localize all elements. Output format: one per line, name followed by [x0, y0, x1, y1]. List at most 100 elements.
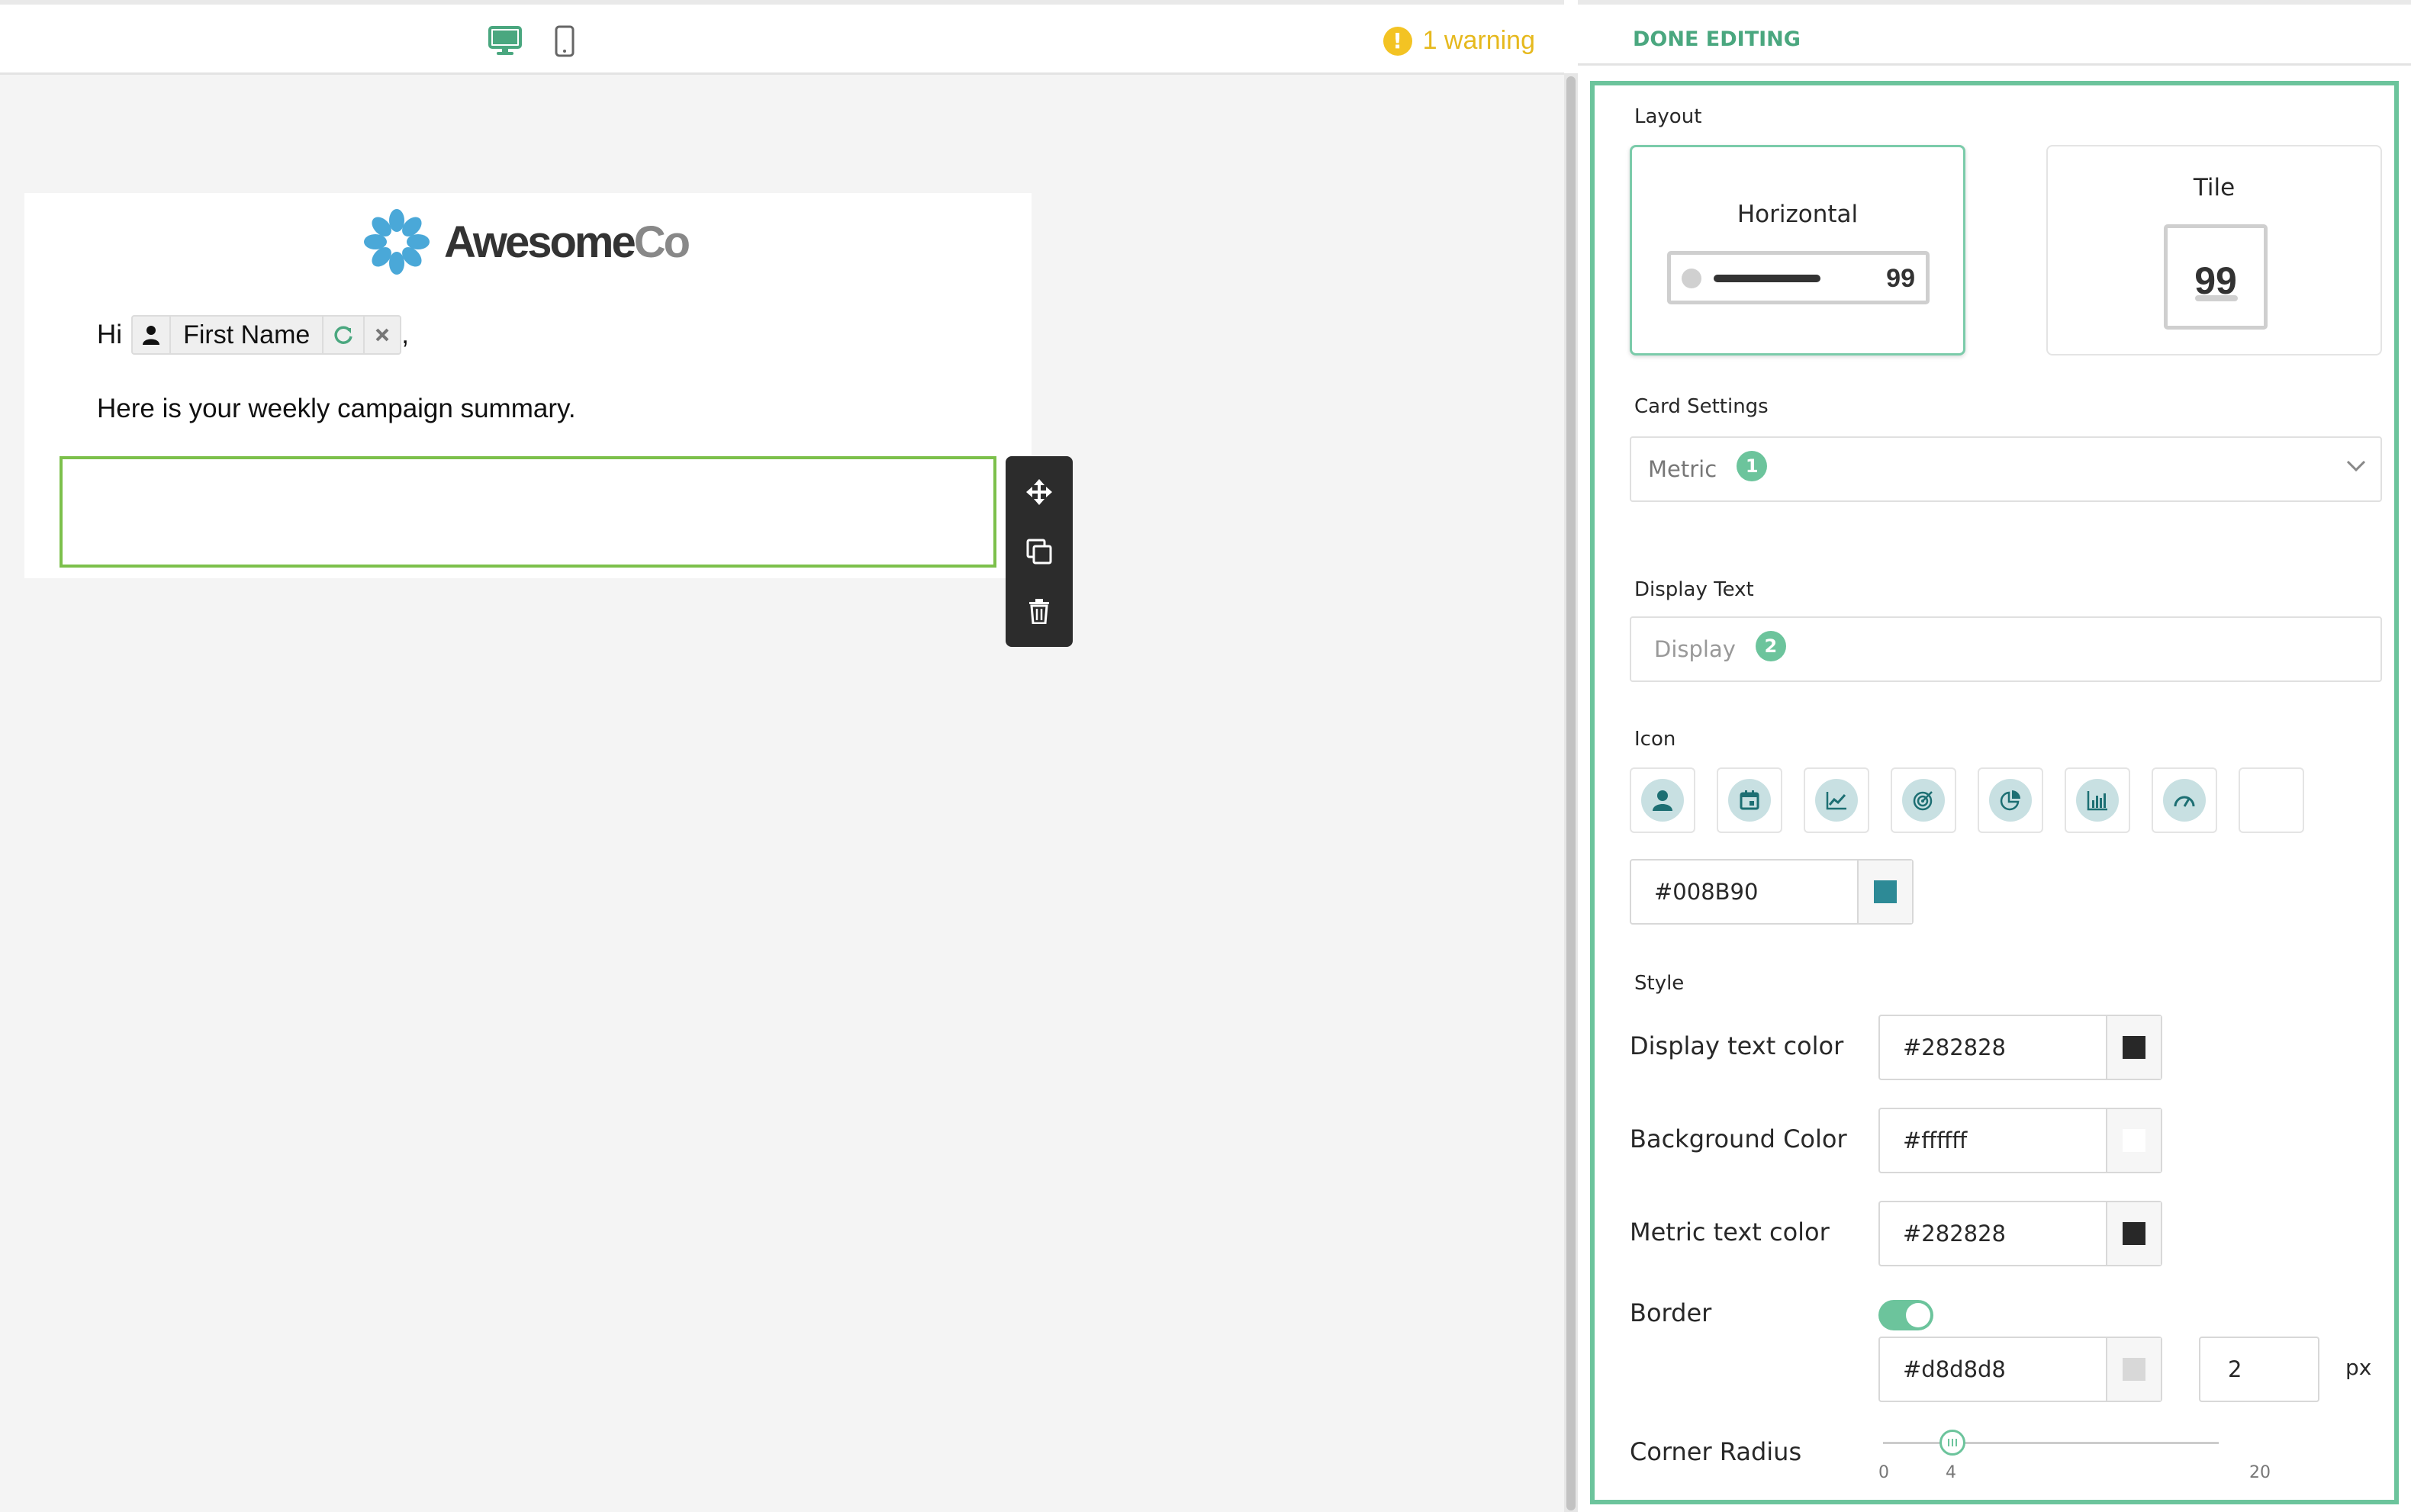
border-color-swatch-button[interactable]: [2106, 1338, 2161, 1401]
icon-color-swatch-button[interactable]: [1857, 861, 1912, 923]
icon-color-input[interactable]: #008B90: [1630, 859, 1914, 925]
target-icon: [1913, 791, 1933, 811]
awesomeco-logo: AwesomeCo: [359, 204, 690, 280]
step-badge: 2: [1755, 631, 1786, 661]
duplicate-icon: [1026, 539, 1052, 565]
person-icon: [133, 317, 172, 353]
color-swatch: [2123, 1129, 2145, 1152]
flower-logo-icon: [364, 209, 430, 275]
display-text-placeholder: Display: [1654, 636, 1736, 662]
display-text-heading: Display Text: [1634, 578, 1754, 601]
duplicate-block-button[interactable]: [1016, 529, 1062, 574]
icon-option-line-chart[interactable]: [1804, 767, 1869, 833]
warning-text: 1 warning: [1422, 26, 1535, 55]
logo-wordmark: AwesomeCo: [444, 217, 690, 267]
gauge-icon: [2174, 796, 2195, 807]
mobile-view-button[interactable]: [548, 21, 581, 61]
desktop-icon: [488, 26, 522, 55]
display-text-input[interactable]: Display 2: [1630, 616, 2382, 682]
remove-tag-icon[interactable]: [365, 317, 400, 353]
settings-header: DONE EDITING: [1578, 0, 2411, 66]
layout-option-label: Horizontal: [1737, 201, 1859, 228]
settings-sidebar: DONE EDITING Layout Horizontal 99 Tile 9…: [1578, 0, 2411, 1512]
metric-settings-panel: Layout Horizontal 99 Tile 99 Card Settin…: [1590, 81, 2399, 1504]
metric-text-color-swatch-button[interactable]: [2106, 1202, 2161, 1265]
pie-chart-icon: [2000, 790, 2020, 811]
layout-option-tile[interactable]: Tile 99: [2046, 145, 2382, 355]
display-text-color-label: Display text color: [1630, 1031, 1844, 1060]
done-editing-button[interactable]: DONE EDITING: [1633, 27, 1801, 51]
metric-text-color-input[interactable]: #282828: [1878, 1201, 2162, 1266]
icon-heading: Icon: [1634, 728, 1676, 751]
layout-heading: Layout: [1634, 105, 1702, 128]
step-badge: 1: [1737, 451, 1768, 481]
block-actions-toolbar: [1006, 456, 1073, 647]
background-color-swatch-button[interactable]: [2106, 1109, 2161, 1172]
display-text-color-input[interactable]: #282828: [1878, 1015, 2162, 1080]
warning-icon: !: [1383, 26, 1412, 56]
refresh-icon[interactable]: [324, 317, 365, 353]
tile-layout-preview: 99: [2164, 224, 2268, 330]
card-settings-heading: Card Settings: [1634, 395, 1769, 418]
greeting-prefix: Hi: [97, 320, 123, 349]
email-preview-area: ! 1 warning AwesomeCo Hi First Name , He…: [0, 0, 1564, 1512]
person-icon: [1653, 790, 1672, 811]
calendar-icon: [1740, 790, 1759, 810]
preview-toolbar: ! 1 warning: [0, 0, 1564, 75]
greeting-suffix: ,: [401, 320, 410, 349]
layout-option-label: Tile: [2193, 174, 2236, 201]
preview-scrollbar[interactable]: [1564, 73, 1578, 1512]
color-swatch: [1874, 880, 1897, 903]
delete-block-button[interactable]: [1016, 588, 1062, 634]
border-color-input[interactable]: #d8d8d8: [1878, 1337, 2162, 1402]
merge-tag-label: First Name: [171, 317, 324, 353]
bar-chart-icon: [2087, 791, 2107, 811]
selected-metric-block[interactable]: [60, 456, 996, 568]
warning-indicator[interactable]: ! 1 warning: [1383, 26, 1535, 56]
icon-option-gauge[interactable]: [2152, 767, 2217, 833]
corner-radius-slider-handle[interactable]: [1939, 1430, 1965, 1456]
line-chart-icon: [1826, 792, 1846, 810]
slider-tick-min: 0: [1878, 1463, 1889, 1482]
background-color-label: Background Color: [1630, 1124, 1847, 1153]
icon-option-person[interactable]: [1630, 767, 1695, 833]
horizontal-layout-preview: 99: [1667, 251, 1930, 304]
color-swatch: [2123, 1036, 2145, 1059]
preview-metric-value: 99: [1886, 264, 1915, 293]
email-canvas: AwesomeCo Hi First Name , Here is your w…: [24, 193, 1032, 578]
desktop-view-button[interactable]: [485, 21, 525, 61]
style-heading: Style: [1634, 972, 1685, 995]
greeting-line: Hi First Name ,: [97, 315, 409, 355]
summary-text: Here is your weekly campaign summary.: [97, 394, 576, 423]
mobile-icon: [555, 25, 575, 57]
icon-option-none[interactable]: [2239, 767, 2304, 833]
icon-option-pie-chart[interactable]: [1978, 767, 2043, 833]
icon-option-calendar[interactable]: [1717, 767, 1782, 833]
slider-tick-value: 4: [1946, 1463, 1956, 1482]
corner-radius-slider-track[interactable]: [1883, 1442, 2219, 1444]
color-swatch: [2123, 1222, 2145, 1245]
card-settings-select[interactable]: Metric 1: [1630, 436, 2382, 502]
icon-option-bar-chart[interactable]: [2065, 767, 2130, 833]
display-text-color-value: #282828: [1903, 1034, 2007, 1060]
icon-option-target[interactable]: [1891, 767, 1956, 833]
move-icon: [1026, 479, 1052, 505]
metric-text-color-value: #282828: [1903, 1221, 2007, 1247]
move-block-button[interactable]: [1016, 469, 1062, 515]
metric-text-color-label: Metric text color: [1630, 1218, 1830, 1247]
trash-icon: [1029, 599, 1049, 624]
border-toggle[interactable]: [1878, 1300, 1933, 1330]
border-label: Border: [1630, 1298, 1712, 1327]
background-color-input[interactable]: #ffffff: [1878, 1108, 2162, 1173]
card-settings-value: Metric: [1648, 456, 1717, 482]
color-swatch: [2123, 1358, 2145, 1381]
border-width-input[interactable]: 2: [2199, 1337, 2319, 1402]
corner-radius-label: Corner Radius: [1630, 1437, 1802, 1466]
layout-option-horizontal[interactable]: Horizontal 99: [1630, 145, 1965, 355]
border-color-value: #d8d8d8: [1903, 1356, 2006, 1382]
first-name-merge-tag[interactable]: First Name: [131, 315, 402, 355]
display-text-color-swatch-button[interactable]: [2106, 1016, 2161, 1079]
background-color-value: #ffffff: [1903, 1128, 1968, 1153]
slider-tick-max: 20: [2249, 1463, 2271, 1482]
icon-color-value: #008B90: [1654, 879, 1759, 905]
